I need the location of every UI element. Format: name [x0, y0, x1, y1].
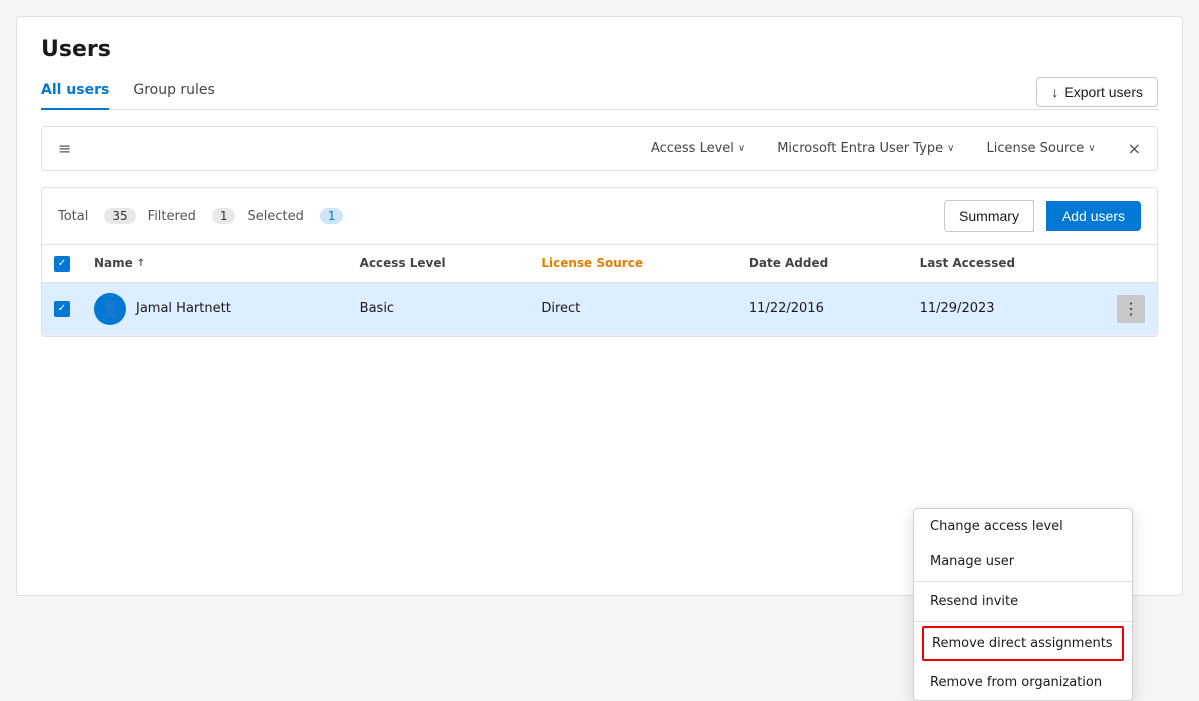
tab-group-rules[interactable]: Group rules	[133, 74, 215, 110]
col-name[interactable]: Name ↑	[82, 245, 348, 282]
row-license-source: Direct	[529, 282, 737, 335]
access-level-label: Access Level	[651, 141, 734, 156]
col-last-accessed: Last Accessed	[908, 245, 1105, 282]
total-count-badge: 35	[104, 208, 135, 224]
filtered-label: Filtered	[148, 209, 196, 224]
table-row: ✓ 👤 Jamal Hartnett Basic Direct 11/22	[42, 282, 1157, 335]
export-users-button[interactable]: ↓ Export users	[1036, 77, 1158, 107]
context-menu-change-access[interactable]: Change access level	[914, 509, 1132, 544]
row-access-level: Basic	[348, 282, 530, 335]
context-menu: Change access level Manage user Resend i…	[913, 508, 1133, 701]
add-users-button[interactable]: Add users	[1046, 201, 1141, 231]
check-icon: ✓	[58, 303, 66, 314]
row-date-added: 11/22/2016	[737, 282, 908, 335]
export-label: Export users	[1064, 84, 1143, 100]
summary-button[interactable]: Summary	[944, 200, 1034, 232]
filter-entra-user-type[interactable]: Microsoft Entra User Type ∨	[769, 137, 962, 160]
export-down-icon: ↓	[1051, 84, 1058, 100]
check-icon: ✓	[58, 258, 66, 269]
license-source-label: License Source	[986, 141, 1084, 156]
row-more-button[interactable]: ⋮	[1117, 295, 1145, 323]
context-menu-manage-user[interactable]: Manage user	[914, 544, 1132, 579]
name-sort-icon: ↑	[137, 258, 145, 269]
name-col-label: Name	[94, 256, 133, 270]
filter-access-level[interactable]: Access Level ∨	[643, 137, 753, 160]
license-source-chevron: ∨	[1088, 143, 1095, 154]
tabs: All users Group rules	[41, 74, 215, 109]
more-icon: ⋮	[1123, 299, 1139, 319]
selected-count-badge: 1	[320, 208, 344, 224]
row-last-accessed: 11/29/2023	[908, 282, 1105, 335]
context-menu-divider-2	[914, 621, 1132, 622]
col-license-source: License Source	[529, 245, 737, 282]
page-title: Users	[41, 37, 1158, 62]
user-name: Jamal Hartnett	[136, 301, 231, 316]
page-wrapper: Users All users Group rules ↓ Export use…	[16, 16, 1183, 596]
table-container: Total 35 Filtered 1 Selected 1 Summary A…	[41, 187, 1158, 337]
entra-user-type-chevron: ∨	[947, 143, 954, 154]
context-menu-remove-direct[interactable]: Remove direct assignments	[922, 626, 1124, 661]
access-level-chevron: ∨	[738, 143, 745, 154]
row-actions-cell: ⋮	[1105, 282, 1157, 335]
col-actions	[1105, 245, 1157, 282]
filtered-count-badge: 1	[212, 208, 236, 224]
selected-label: Selected	[247, 209, 303, 224]
row-checkbox-cell: ✓	[42, 282, 82, 335]
avatar: 👤	[94, 293, 126, 325]
total-label: Total	[58, 209, 88, 224]
context-menu-resend-invite[interactable]: Resend invite	[914, 584, 1132, 619]
row-checkbox[interactable]: ✓	[54, 301, 70, 317]
tab-all-users[interactable]: All users	[41, 74, 109, 110]
col-checkbox: ✓	[42, 245, 82, 282]
users-table: ✓ Name ↑ Access Level License Source Dat…	[42, 245, 1157, 336]
filter-close-icon[interactable]: ×	[1128, 139, 1141, 158]
user-name-wrapper: 👤 Jamal Hartnett	[94, 293, 336, 325]
avatar-icon: 👤	[100, 299, 120, 318]
entra-user-type-label: Microsoft Entra User Type	[777, 141, 943, 156]
col-access-level: Access Level	[348, 245, 530, 282]
table-header-bar: Total 35 Filtered 1 Selected 1 Summary A…	[42, 188, 1157, 245]
tab-bar: All users Group rules ↓ Export users	[41, 74, 1158, 110]
filter-icon: ≡	[58, 139, 71, 158]
col-date-added: Date Added	[737, 245, 908, 282]
table-header-row: ✓ Name ↑ Access Level License Source Dat…	[42, 245, 1157, 282]
context-menu-remove-org[interactable]: Remove from organization	[914, 665, 1132, 700]
row-name-cell: 👤 Jamal Hartnett	[82, 282, 348, 335]
select-all-checkbox[interactable]: ✓	[54, 256, 70, 272]
context-menu-divider-1	[914, 581, 1132, 582]
filter-license-source[interactable]: License Source ∨	[978, 137, 1103, 160]
filter-bar: ≡ Access Level ∨ Microsoft Entra User Ty…	[41, 126, 1158, 171]
